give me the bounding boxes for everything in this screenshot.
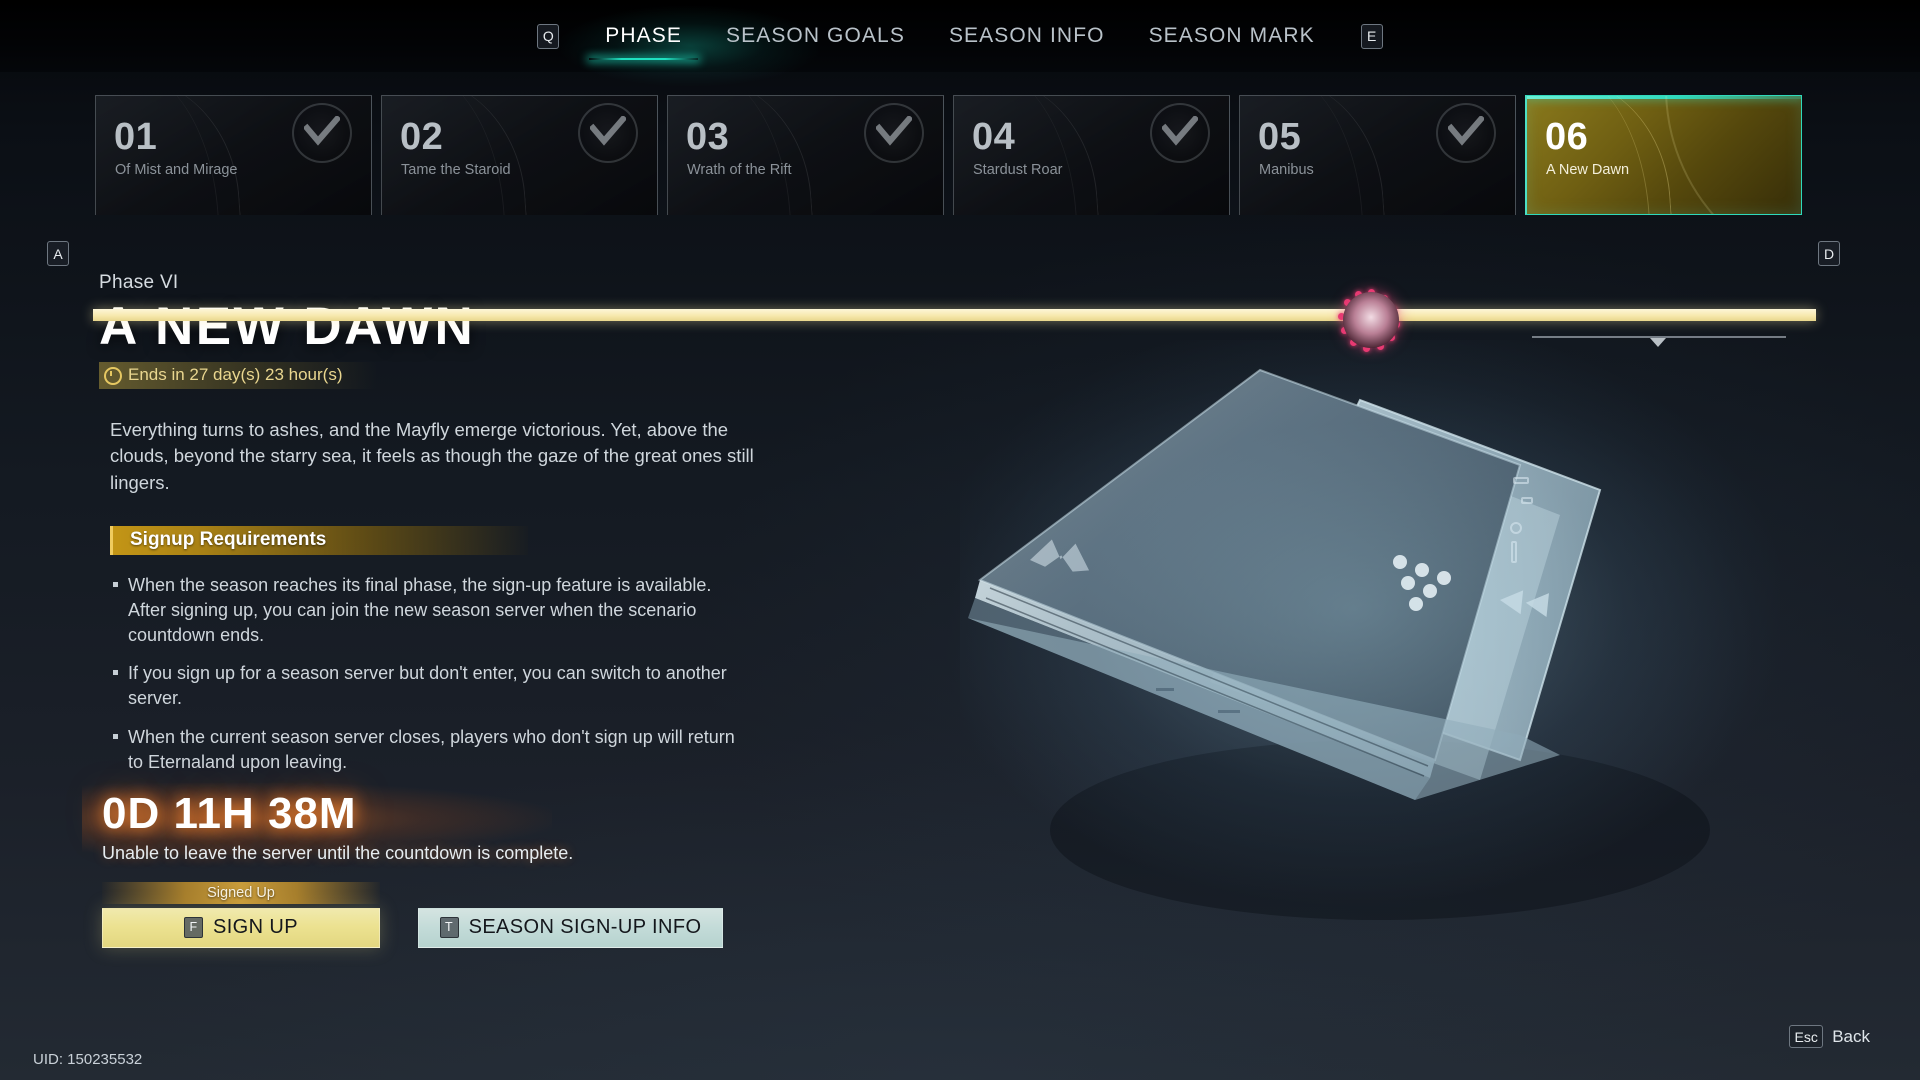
phase-progress-fill	[93, 309, 1816, 321]
phase-cards: 01 Of Mist and Mirage 02 Tame the Staroi…	[95, 95, 1802, 215]
countdown-note: Unable to leave the server until the cou…	[102, 842, 574, 863]
phase-card-strip: A D 01 Of Mist and Mirage 02 Tame the St…	[0, 95, 1920, 352]
nav-tab-list: Q PHASE SEASON GOALS SEASON INFO SEASON …	[513, 18, 1406, 60]
phase-detail-panel: Phase VI A NEW DAWN Ends in 27 day(s) 23…	[82, 272, 979, 948]
tab-phase-label: PHASE	[605, 24, 682, 47]
checkmark-icon	[1150, 103, 1210, 163]
checkmark-icon	[864, 103, 924, 163]
signup-requirements-title: Signup Requirements	[130, 529, 327, 551]
artwork-glow	[960, 340, 1780, 900]
phase-next-key-d[interactable]: D	[1818, 241, 1840, 266]
countdown-timer: 0D 11H 38M	[102, 788, 357, 838]
phase-card-01[interactable]: 01 Of Mist and Mirage	[95, 95, 372, 215]
season-info-key-t: T	[439, 917, 459, 939]
sign-up-button[interactable]: F SIGN UP	[102, 907, 380, 948]
checkmark-icon	[578, 103, 638, 163]
phase-card-name: Tame the Staroid	[401, 162, 511, 178]
action-button-row: F SIGN UP T SEASON SIGN-UP INFO	[102, 907, 979, 948]
phase-progress-track	[93, 309, 1816, 321]
phase-description: Everything turns to ashes, and the Mayfl…	[110, 419, 754, 493]
countdown-block: 0D 11H 38M Unable to leave the server un…	[82, 782, 979, 864]
phase-card-number: 04	[972, 116, 1016, 158]
tab-season-info-label: SEASON INFO	[948, 24, 1105, 47]
tab-season-mark-label: SEASON MARK	[1148, 24, 1315, 47]
phase-card-name: Wrath of the Rift	[687, 162, 792, 178]
phase-card-number: 05	[1258, 116, 1302, 158]
phase-card-04[interactable]: 04 Stardust Roar	[953, 95, 1230, 215]
phase-card-name: Stardust Roar	[973, 162, 1063, 178]
nav-next-key-e[interactable]: E	[1360, 23, 1383, 49]
nav-prev-key-q[interactable]: Q	[537, 23, 560, 49]
list-item: When the current season server closes, p…	[110, 725, 750, 775]
tab-season-goals-label: SEASON GOALS	[726, 24, 905, 47]
phase-card-06[interactable]: 06 A New Dawn	[1525, 95, 1802, 215]
phase-sub-progress-tick	[1650, 338, 1666, 347]
sign-up-button-label: SIGN UP	[212, 916, 299, 939]
top-navigation-bar: Q PHASE SEASON GOALS SEASON INFO SEASON …	[0, 0, 1920, 86]
back-label: Back	[1832, 1026, 1870, 1046]
boss-marker-portrait	[1343, 292, 1399, 348]
season-signup-info-button[interactable]: T SEASON SIGN-UP INFO	[418, 907, 723, 948]
tab-season-goals[interactable]: SEASON GOALS	[704, 18, 927, 54]
season-signup-info-label: SEASON SIGN-UP INFO	[468, 916, 702, 939]
phase-card-name: A New Dawn	[1546, 162, 1630, 178]
phase-card-02[interactable]: 02 Tame the Staroid	[381, 95, 658, 215]
esc-key: Esc	[1789, 1025, 1824, 1048]
phase-card-number: 06	[1545, 116, 1589, 158]
checkmark-icon	[1436, 103, 1496, 163]
signup-requirements-header: Signup Requirements	[110, 525, 528, 555]
sign-up-key-f: F	[183, 917, 203, 939]
phase-label: Phase VI	[99, 272, 179, 293]
card-decor-arc	[1628, 96, 1801, 214]
tab-season-info[interactable]: SEASON INFO	[927, 18, 1127, 54]
clock-icon	[104, 367, 122, 386]
user-id-label: UID: 150235532	[33, 1051, 143, 1068]
back-hint[interactable]: Esc Back	[1789, 1025, 1870, 1048]
tab-phase[interactable]: PHASE	[583, 18, 704, 60]
list-item: When the season reaches its final phase,…	[110, 573, 750, 647]
requirements-list: When the season reaches its final phase,…	[110, 573, 750, 775]
ends-in-label: Ends in 27 day(s) 23 hour(s)	[128, 365, 343, 385]
phase-prev-key-a[interactable]: A	[47, 241, 69, 266]
phase-card-name: Of Mist and Mirage	[115, 162, 238, 178]
phase-card-number: 03	[686, 116, 730, 158]
list-item: If you sign up for a season server but d…	[110, 661, 750, 711]
status-badge: Signed Up	[102, 881, 380, 904]
phase-card-name: Manibus	[1259, 162, 1314, 178]
game-screen: Q PHASE SEASON GOALS SEASON INFO SEASON …	[0, 0, 1920, 1080]
checkmark-icon	[292, 103, 352, 163]
phase-card-05[interactable]: 05 Manibus	[1239, 95, 1516, 215]
tab-season-mark[interactable]: SEASON MARK	[1127, 18, 1337, 54]
phase-card-number: 01	[114, 116, 158, 158]
phase-card-03[interactable]: 03 Wrath of the Rift	[667, 95, 944, 215]
ends-in-badge: Ends in 27 day(s) 23 hour(s)	[99, 362, 377, 390]
phase-card-number: 02	[400, 116, 444, 158]
season-artwork	[960, 330, 1820, 950]
boss-marker-icon	[1338, 289, 1400, 352]
